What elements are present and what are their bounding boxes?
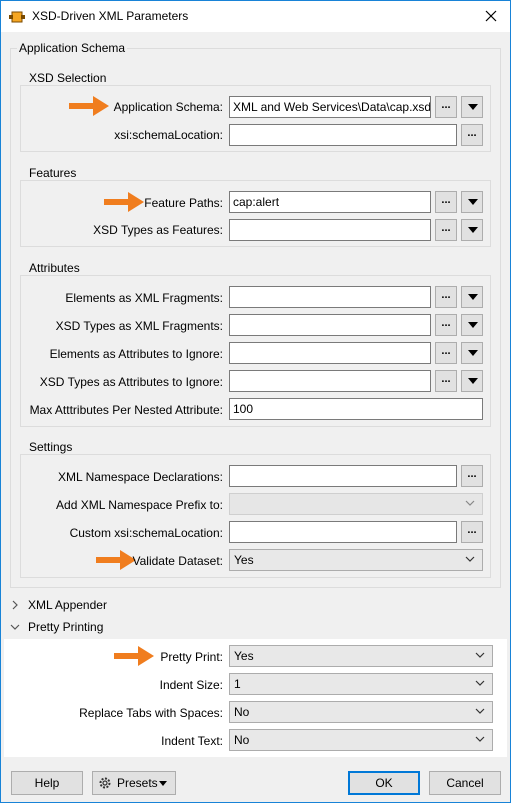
chevron-down-icon xyxy=(475,708,485,714)
add-prefix-label: Add XML Namespace Prefix to: xyxy=(56,498,223,512)
xsd-types-features-browse-button[interactable]: ... xyxy=(435,219,457,241)
xsd-selection-group-title: XSD Selection xyxy=(27,71,109,85)
chevron-down-icon xyxy=(475,652,485,658)
max-attributes-input[interactable]: 100 xyxy=(229,398,483,420)
validate-dataset-value: Yes xyxy=(234,553,254,567)
xsd-types-features-input[interactable] xyxy=(229,219,431,241)
presets-label: Presets xyxy=(117,776,158,790)
xsd-types-ignore-menu-button[interactable] xyxy=(461,370,483,392)
elements-ignore-menu-button[interactable] xyxy=(461,342,483,364)
xsd-types-features-menu-button[interactable] xyxy=(461,219,483,241)
chevron-down-icon xyxy=(475,680,485,686)
schema-location-browse-button[interactable]: ... xyxy=(461,124,483,146)
xsd-types-ignore-input[interactable] xyxy=(229,370,431,392)
chevron-down-icon[interactable] xyxy=(10,622,20,632)
fme-transformer-icon xyxy=(9,11,25,23)
max-attributes-label: Max Atttributes Per Nested Attribute: xyxy=(29,403,223,417)
ok-button[interactable]: OK xyxy=(348,771,420,795)
cancel-button[interactable]: Cancel xyxy=(429,771,501,795)
namespace-declarations-label: XML Namespace Declarations: xyxy=(58,470,223,484)
chevron-down-icon xyxy=(475,736,485,742)
indent-text-value: No xyxy=(234,733,250,747)
close-button[interactable] xyxy=(480,6,502,26)
chevron-right-icon[interactable] xyxy=(10,600,20,610)
dialog-window: XSD-Driven XML Parameters Application Sc… xyxy=(0,0,511,803)
replace-tabs-select[interactable]: No xyxy=(229,701,493,723)
presets-dropdown-triangle-icon xyxy=(159,781,167,786)
xsd-types-xml-fragments-label: XSD Types as XML Fragments: xyxy=(55,319,223,333)
elements-xml-fragments-input[interactable] xyxy=(229,286,431,308)
application-schema-label: Application Schema: xyxy=(113,100,223,114)
pretty-print-value: Yes xyxy=(234,649,254,663)
custom-schema-location-input[interactable] xyxy=(229,521,457,543)
chevron-down-icon xyxy=(465,556,475,562)
elements-xml-fragments-menu-button[interactable] xyxy=(461,286,483,308)
xsd-types-xml-fragments-browse-button[interactable]: ... xyxy=(435,314,457,336)
application-schema-menu-button[interactable] xyxy=(461,96,483,118)
triangle-down-icon xyxy=(468,378,478,384)
namespace-declarations-input[interactable] xyxy=(229,465,457,487)
validate-dataset-select[interactable]: Yes xyxy=(229,549,483,571)
pretty-print-select[interactable]: Yes xyxy=(229,645,493,667)
pretty-printing-header[interactable]: Pretty Printing xyxy=(28,620,103,634)
feature-paths-input[interactable]: cap:alert xyxy=(229,191,431,213)
settings-group-title: Settings xyxy=(27,440,75,454)
triangle-down-icon xyxy=(468,227,478,233)
xsd-types-ignore-label: XSD Types as Attributes to Ignore: xyxy=(39,375,223,389)
xsd-types-features-label: XSD Types as Features: xyxy=(93,223,223,237)
attributes-group-title: Attributes xyxy=(27,261,82,275)
elements-ignore-input[interactable] xyxy=(229,342,431,364)
pretty-print-label: Pretty Print: xyxy=(160,650,223,664)
indent-size-select[interactable]: 1 xyxy=(229,673,493,695)
gear-icon xyxy=(99,777,111,789)
triangle-down-icon xyxy=(468,199,478,205)
indent-size-label: Indent Size: xyxy=(159,678,223,692)
orange-right-arrow-icon xyxy=(104,192,144,212)
close-icon xyxy=(485,10,497,22)
custom-schema-location-label: Custom xsi:schemaLocation: xyxy=(69,526,223,540)
indent-text-label: Indent Text: xyxy=(161,734,223,748)
title-bar: XSD-Driven XML Parameters xyxy=(1,1,510,32)
application-schema-group-title: Application Schema xyxy=(17,41,128,55)
chevron-down-icon xyxy=(465,500,475,506)
add-prefix-select[interactable] xyxy=(229,493,483,515)
feature-paths-browse-button[interactable]: ... xyxy=(435,191,457,213)
orange-right-arrow-icon xyxy=(96,550,136,570)
window-title: XSD-Driven XML Parameters xyxy=(32,9,189,23)
triangle-down-icon xyxy=(468,294,478,300)
replace-tabs-label: Replace Tabs with Spaces: xyxy=(79,706,223,720)
elements-xml-fragments-browse-button[interactable]: ... xyxy=(435,286,457,308)
custom-schema-location-browse-button[interactable]: ... xyxy=(461,521,483,543)
indent-text-select[interactable]: No xyxy=(229,729,493,751)
indent-size-value: 1 xyxy=(234,677,241,691)
schema-location-label: xsi:schemaLocation: xyxy=(114,128,223,142)
xsd-types-xml-fragments-menu-button[interactable] xyxy=(461,314,483,336)
orange-right-arrow-icon xyxy=(69,96,109,116)
presets-button[interactable]: Presets xyxy=(92,771,176,795)
triangle-down-icon xyxy=(468,350,478,356)
orange-right-arrow-icon xyxy=(114,646,154,666)
elements-ignore-browse-button[interactable]: ... xyxy=(435,342,457,364)
schema-location-input[interactable] xyxy=(229,124,457,146)
features-group-title: Features xyxy=(27,166,79,180)
elements-xml-fragments-label: Elements as XML Fragments: xyxy=(65,291,223,305)
help-button[interactable]: Help xyxy=(11,771,83,795)
xsd-types-xml-fragments-input[interactable] xyxy=(229,314,431,336)
xml-appender-header[interactable]: XML Appender xyxy=(28,598,107,612)
replace-tabs-value: No xyxy=(234,705,250,719)
feature-paths-label: Feature Paths: xyxy=(144,196,223,210)
application-schema-input[interactable]: XML and Web Services\Data\cap.xsd" xyxy=(229,96,431,118)
triangle-down-icon xyxy=(468,104,478,110)
xsd-types-ignore-browse-button[interactable]: ... xyxy=(435,370,457,392)
application-schema-browse-button[interactable]: ... xyxy=(435,96,457,118)
feature-paths-menu-button[interactable] xyxy=(461,191,483,213)
elements-ignore-label: Elements as Attributes to Ignore: xyxy=(49,347,223,361)
triangle-down-icon xyxy=(468,322,478,328)
validate-dataset-label: Validate Dataset: xyxy=(132,554,224,568)
namespace-declarations-browse-button[interactable]: ... xyxy=(461,465,483,487)
